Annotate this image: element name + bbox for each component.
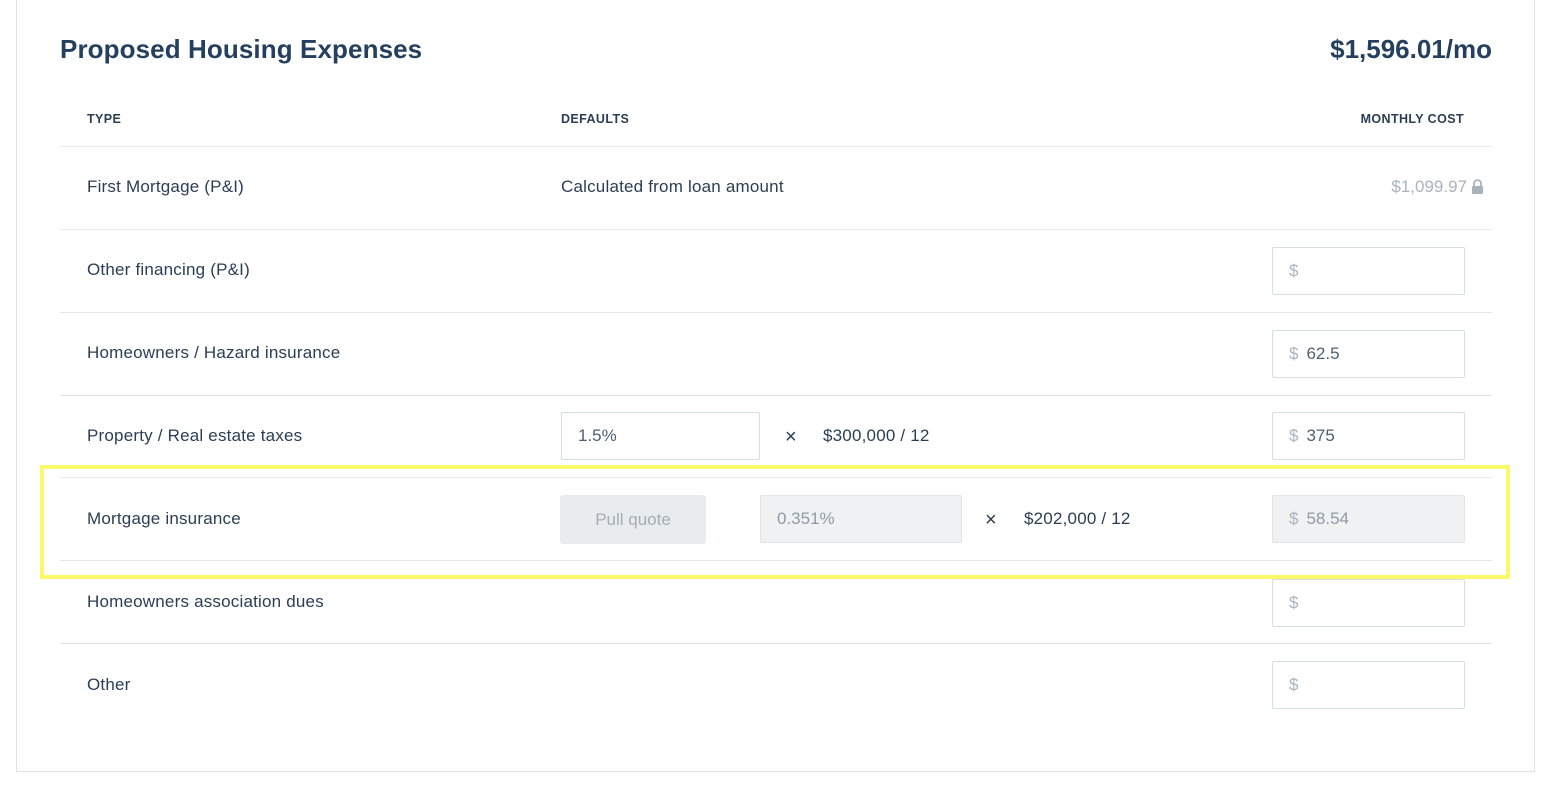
property-taxes-rate-value: 1.5% [578,426,617,445]
other-financing-monthly-input[interactable]: $ [1272,247,1465,295]
currency-symbol: $ [1289,593,1299,612]
property-taxes-monthly-input[interactable]: $ 375 [1272,412,1465,460]
row-label-first-mortgage: First Mortgage (P&I) [87,177,245,196]
mortgage-insurance-multiplier: $202,000 / 12 [1024,509,1131,528]
row-divider [60,312,1492,313]
mortgage-insurance-rate-value: 0.351% [777,509,835,528]
housing-expenses-card [16,0,1535,772]
row-divider [60,146,1492,147]
multiply-symbol: × [985,509,997,531]
mortgage-insurance-monthly-input[interactable]: $ 58.54 [1272,495,1465,543]
hoa-dues-monthly-input[interactable]: $ [1272,579,1465,627]
hazard-insurance-value: 62.5 [1306,344,1340,363]
currency-symbol: $ [1289,261,1299,280]
currency-symbol: $ [1289,426,1299,445]
row-label-hoa-dues: Homeowners association dues [87,592,324,611]
row-label-other: Other [87,675,131,694]
currency-symbol: $ [1289,344,1299,363]
property-taxes-rate-input[interactable]: 1.5% [561,412,760,460]
row-label-other-financing: Other financing (P&I) [87,260,250,279]
first-mortgage-monthly-cost-value: $1,099.97 [1391,177,1467,196]
first-mortgage-monthly-cost: $1,099.97 [1391,177,1484,197]
column-header-defaults: DEFAULTS [561,112,630,126]
property-taxes-value: 375 [1306,426,1335,445]
row-divider [60,395,1492,396]
currency-symbol: $ [1289,509,1299,528]
mortgage-insurance-value: 58.54 [1306,509,1350,528]
row-divider [60,560,1492,561]
column-header-monthly-cost: MONTHLY COST [1360,112,1464,126]
section-title: Proposed Housing Expenses [60,34,423,64]
column-header-type: TYPE [87,112,122,126]
property-taxes-multiplier: $300,000 / 12 [823,426,930,445]
row-divider [60,643,1492,644]
row-label-hazard-insurance: Homeowners / Hazard insurance [87,343,341,362]
other-monthly-input[interactable]: $ [1272,661,1465,709]
lock-icon [1472,179,1483,194]
row-divider [60,229,1492,230]
hazard-insurance-monthly-input[interactable]: $ 62.5 [1272,330,1465,378]
mortgage-insurance-rate-input[interactable]: 0.351% [760,495,962,543]
multiply-symbol: × [785,426,797,448]
row-label-mortgage-insurance: Mortgage insurance [87,509,241,528]
row-divider [60,477,1492,478]
first-mortgage-default-text: Calculated from loan amount [561,177,784,196]
monthly-total: $1,596.01/mo [1330,34,1492,64]
pull-quote-button[interactable]: Pull quote [560,495,706,544]
currency-symbol: $ [1289,675,1299,694]
row-label-property-taxes: Property / Real estate taxes [87,426,303,445]
